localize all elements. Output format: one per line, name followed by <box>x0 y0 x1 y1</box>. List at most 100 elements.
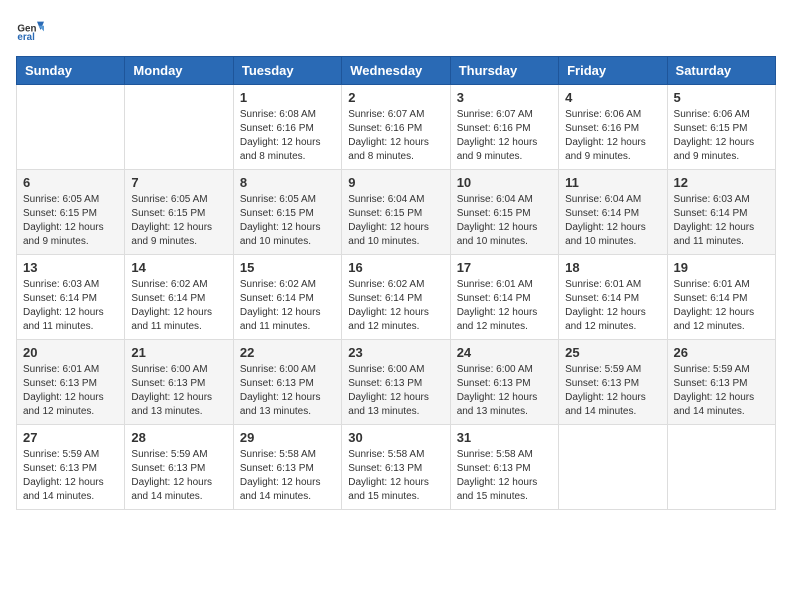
calendar-cell: 15 Sunrise: 6:02 AM Sunset: 6:14 PM Dayli… <box>233 255 341 340</box>
day-number: 28 <box>131 430 226 445</box>
day-info: Sunrise: 6:00 AM Sunset: 6:13 PM Dayligh… <box>348 363 443 419</box>
calendar-cell: 17 Sunrise: 6:01 AM Sunset: 6:14 PM Dayli… <box>450 255 558 340</box>
day-info: Sunrise: 6:01 AM Sunset: 6:13 PM Dayligh… <box>23 363 118 419</box>
day-number: 2 <box>348 90 443 105</box>
day-number: 25 <box>565 345 660 360</box>
calendar-cell: 21 Sunrise: 6:00 AM Sunset: 6:13 PM Dayli… <box>125 340 233 425</box>
day-info: Sunrise: 6:02 AM Sunset: 6:14 PM Dayligh… <box>240 278 335 334</box>
calendar-cell <box>559 425 667 510</box>
day-number: 16 <box>348 260 443 275</box>
calendar-cell <box>125 85 233 170</box>
day-info: Sunrise: 6:01 AM Sunset: 6:14 PM Dayligh… <box>674 278 769 334</box>
day-info: Sunrise: 6:02 AM Sunset: 6:14 PM Dayligh… <box>348 278 443 334</box>
day-info: Sunrise: 6:03 AM Sunset: 6:14 PM Dayligh… <box>23 278 118 334</box>
day-info: Sunrise: 5:59 AM Sunset: 6:13 PM Dayligh… <box>131 448 226 504</box>
day-info: Sunrise: 6:00 AM Sunset: 6:13 PM Dayligh… <box>240 363 335 419</box>
calendar-cell: 1Sunrise: 6:08 AM Sunset: 6:16 PM Daylig… <box>233 85 341 170</box>
calendar-cell: 2Sunrise: 6:07 AM Sunset: 6:16 PM Daylig… <box>342 85 450 170</box>
day-info: Sunrise: 6:03 AM Sunset: 6:14 PM Dayligh… <box>674 193 769 249</box>
calendar-cell: 28 Sunrise: 5:59 AM Sunset: 6:13 PM Dayli… <box>125 425 233 510</box>
day-number: 17 <box>457 260 552 275</box>
calendar-cell: 20 Sunrise: 6:01 AM Sunset: 6:13 PM Dayli… <box>17 340 125 425</box>
calendar-cell: 4 Sunrise: 6:06 AM Sunset: 6:16 PM Daylig… <box>559 85 667 170</box>
day-number: 9 <box>348 175 443 190</box>
day-info: Sunrise: 6:05 AM Sunset: 6:15 PM Dayligh… <box>240 193 335 249</box>
day-info: Sunrise: 6:04 AM Sunset: 6:15 PM Dayligh… <box>457 193 552 249</box>
day-number: 13 <box>23 260 118 275</box>
day-number: 23 <box>348 345 443 360</box>
day-number: 15 <box>240 260 335 275</box>
calendar-cell <box>667 425 775 510</box>
day-info: Sunrise: 6:06 AM Sunset: 6:16 PM Dayligh… <box>565 108 660 164</box>
calendar-body: 1Sunrise: 6:08 AM Sunset: 6:16 PM Daylig… <box>17 85 776 510</box>
day-info: Sunrise: 6:07 AM Sunset: 6:16 PM Dayligh… <box>457 108 552 164</box>
day-number: 8 <box>240 175 335 190</box>
calendar-table: SundayMondayTuesdayWednesdayThursdayFrid… <box>16 56 776 510</box>
weekday-header-saturday: Saturday <box>667 57 775 85</box>
calendar-cell: 18Sunrise: 6:01 AM Sunset: 6:14 PM Dayli… <box>559 255 667 340</box>
day-number: 14 <box>131 260 226 275</box>
day-info: Sunrise: 6:04 AM Sunset: 6:14 PM Dayligh… <box>565 193 660 249</box>
day-number: 30 <box>348 430 443 445</box>
weekday-header-friday: Friday <box>559 57 667 85</box>
week-row-0: 1Sunrise: 6:08 AM Sunset: 6:16 PM Daylig… <box>17 85 776 170</box>
calendar-cell <box>17 85 125 170</box>
day-number: 26 <box>674 345 769 360</box>
day-number: 22 <box>240 345 335 360</box>
calendar-cell: 9 Sunrise: 6:04 AM Sunset: 6:15 PM Daylig… <box>342 170 450 255</box>
day-number: 24 <box>457 345 552 360</box>
calendar-cell: 23 Sunrise: 6:00 AM Sunset: 6:13 PM Dayli… <box>342 340 450 425</box>
week-row-1: 6 Sunrise: 6:05 AM Sunset: 6:15 PM Daylig… <box>17 170 776 255</box>
day-number: 10 <box>457 175 552 190</box>
day-number: 27 <box>23 430 118 445</box>
day-number: 1 <box>240 90 335 105</box>
day-number: 29 <box>240 430 335 445</box>
day-number: 31 <box>457 430 552 445</box>
day-info: Sunrise: 5:59 AM Sunset: 6:13 PM Dayligh… <box>674 363 769 419</box>
day-info: Sunrise: 6:06 AM Sunset: 6:15 PM Dayligh… <box>674 108 769 164</box>
day-number: 7 <box>131 175 226 190</box>
day-info: Sunrise: 5:58 AM Sunset: 6:13 PM Dayligh… <box>348 448 443 504</box>
calendar-cell: 3 Sunrise: 6:07 AM Sunset: 6:16 PM Daylig… <box>450 85 558 170</box>
day-number: 21 <box>131 345 226 360</box>
calendar-cell: 6 Sunrise: 6:05 AM Sunset: 6:15 PM Daylig… <box>17 170 125 255</box>
day-info: Sunrise: 6:01 AM Sunset: 6:14 PM Dayligh… <box>457 278 552 334</box>
calendar-cell: 26 Sunrise: 5:59 AM Sunset: 6:13 PM Dayli… <box>667 340 775 425</box>
week-row-3: 20 Sunrise: 6:01 AM Sunset: 6:13 PM Dayli… <box>17 340 776 425</box>
calendar-cell: 19 Sunrise: 6:01 AM Sunset: 6:14 PM Dayli… <box>667 255 775 340</box>
calendar-cell: 16 Sunrise: 6:02 AM Sunset: 6:14 PM Dayli… <box>342 255 450 340</box>
calendar-cell: 13 Sunrise: 6:03 AM Sunset: 6:14 PM Dayli… <box>17 255 125 340</box>
day-info: Sunrise: 6:04 AM Sunset: 6:15 PM Dayligh… <box>348 193 443 249</box>
day-info: Sunrise: 5:59 AM Sunset: 6:13 PM Dayligh… <box>565 363 660 419</box>
day-info: Sunrise: 6:05 AM Sunset: 6:15 PM Dayligh… <box>23 193 118 249</box>
day-number: 6 <box>23 175 118 190</box>
calendar-cell: 27Sunrise: 5:59 AM Sunset: 6:13 PM Dayli… <box>17 425 125 510</box>
calendar-cell: 11 Sunrise: 6:04 AM Sunset: 6:14 PM Dayli… <box>559 170 667 255</box>
day-info: Sunrise: 5:58 AM Sunset: 6:13 PM Dayligh… <box>457 448 552 504</box>
calendar-cell: 30 Sunrise: 5:58 AM Sunset: 6:13 PM Dayli… <box>342 425 450 510</box>
svg-text:eral: eral <box>17 32 35 43</box>
calendar-cell: 14Sunrise: 6:02 AM Sunset: 6:14 PM Dayli… <box>125 255 233 340</box>
week-row-2: 13 Sunrise: 6:03 AM Sunset: 6:14 PM Dayli… <box>17 255 776 340</box>
header: Gen eral <box>16 16 776 44</box>
calendar-cell: 12 Sunrise: 6:03 AM Sunset: 6:14 PM Dayli… <box>667 170 775 255</box>
day-number: 12 <box>674 175 769 190</box>
calendar-cell: 10 Sunrise: 6:04 AM Sunset: 6:15 PM Dayli… <box>450 170 558 255</box>
day-number: 11 <box>565 175 660 190</box>
week-row-4: 27 Sunrise: 5:59 AM Sunset: 6:13 PM Dayli… <box>17 425 776 510</box>
calendar-cell: 25 Sunrise: 5:59 AM Sunset: 6:13 PM Dayli… <box>559 340 667 425</box>
day-number: 19 <box>674 260 769 275</box>
logo-icon: Gen eral <box>16 16 44 44</box>
day-number: 3 <box>457 90 552 105</box>
day-info: Sunrise: 6:01 AM Sunset: 6:14 PM Dayligh… <box>565 278 660 334</box>
day-info: Sunrise: 6:00 AM Sunset: 6:13 PM Dayligh… <box>457 363 552 419</box>
weekday-header-wednesday: Wednesday <box>342 57 450 85</box>
calendar-cell: 22 Sunrise: 6:00 AM Sunset: 6:13 PM Dayli… <box>233 340 341 425</box>
calendar-cell: 8 Sunrise: 6:05 AM Sunset: 6:15 PM Daylig… <box>233 170 341 255</box>
day-info: Sunrise: 6:00 AM Sunset: 6:13 PM Dayligh… <box>131 363 226 419</box>
day-number: 4 <box>565 90 660 105</box>
day-number: 20 <box>23 345 118 360</box>
weekday-header-row: SundayMondayTuesdayWednesdayThursdayFrid… <box>17 57 776 85</box>
calendar-cell: 7Sunrise: 6:05 AM Sunset: 6:15 PM Daylig… <box>125 170 233 255</box>
weekday-header-thursday: Thursday <box>450 57 558 85</box>
